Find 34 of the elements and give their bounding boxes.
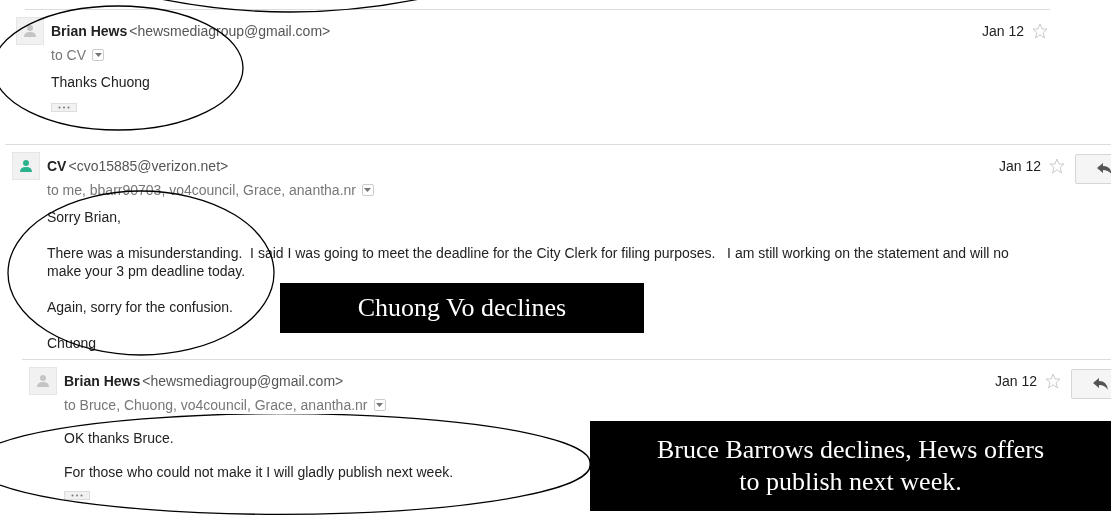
- recipients-text: to CV: [51, 47, 86, 63]
- message-date: Jan 12: [994, 373, 1037, 389]
- avatar-icon: [16, 17, 44, 45]
- message-paragraph: Again, sorry for the confusion.: [47, 298, 233, 316]
- star-icon[interactable]: [1032, 23, 1048, 39]
- sender-name: CV: [47, 158, 67, 174]
- more-icon: [71, 494, 83, 497]
- star-icon[interactable]: [1045, 373, 1061, 389]
- avatar-icon: [29, 367, 57, 395]
- message-paragraph: Sorry Brian,: [47, 208, 121, 226]
- sender-email: <hewsmediagroup@gmail.com>: [142, 373, 344, 389]
- caret-icon: [364, 188, 372, 192]
- star-icon[interactable]: [1049, 158, 1065, 174]
- recipients-text: to Bruce, Chuong, vo4council, Grace, anantha.nr: [64, 397, 368, 413]
- reply-arrow-icon: [1097, 162, 1111, 176]
- avatar-icon: [12, 152, 40, 180]
- message-paragraph: For those who could not make it I will gladly publish next week.: [64, 463, 454, 481]
- show-trimmed-button[interactable]: [64, 491, 90, 500]
- reply-arrow-icon: [1093, 377, 1109, 391]
- sender-name: Brian Hews: [51, 23, 128, 39]
- sender-email: <cvo15885@verizon.net>: [68, 158, 229, 174]
- annotation-caption: Chuong Vo declines: [280, 283, 644, 333]
- caret-icon: [94, 53, 102, 57]
- recipients-dropdown[interactable]: [92, 49, 104, 61]
- recipients-dropdown[interactable]: [373, 399, 386, 411]
- message-paragraph: OK thanks Bruce.: [64, 429, 174, 447]
- message-date: Jan 12: [981, 23, 1024, 39]
- more-icon: [58, 106, 70, 109]
- message-date: Jan 12: [998, 158, 1041, 174]
- recipients-dropdown[interactable]: [361, 184, 374, 196]
- annotation-caption: Bruce Barrows declines, Hews offers to publish next week.: [590, 421, 1111, 511]
- caret-icon: [376, 403, 383, 407]
- message-paragraph: Thanks Chuong: [51, 73, 150, 91]
- sender-name: Brian Hews: [64, 373, 141, 389]
